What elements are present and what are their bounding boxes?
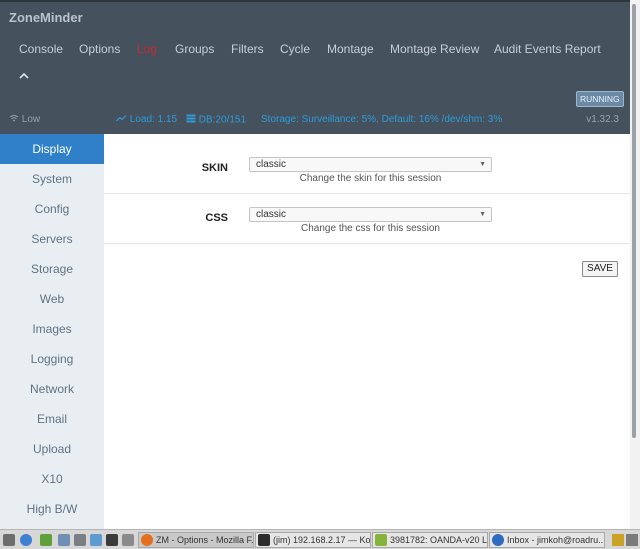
nav-cycle[interactable]: Cycle: [280, 42, 310, 56]
brand-logo[interactable]: ZoneMinder: [9, 10, 83, 25]
task-terminal[interactable]: (jim) 192.168.2.17 — Ko...: [255, 532, 371, 548]
chevron-up-icon[interactable]: [16, 70, 32, 86]
trending-icon: [116, 114, 127, 125]
sidebar-item-x10[interactable]: X10: [0, 464, 104, 494]
version-label: v1.32.3: [586, 114, 619, 125]
wifi-icon: [9, 114, 19, 125]
skin-label: SKIN: [201, 162, 228, 174]
task-label: Inbox - jimkoh@roadru...: [507, 535, 605, 545]
task-label: ZM - Options - Mozilla F...: [156, 535, 254, 545]
skin-help-text: Change the skin for this session: [299, 173, 442, 184]
nav-filters[interactable]: Filters: [231, 42, 264, 56]
task-document[interactable]: 3981782: OANDA-v20 Li...: [372, 532, 488, 548]
sidebar-item-high-bw[interactable]: High B/W: [0, 494, 104, 524]
db-value: DB:20/151: [198, 114, 247, 126]
task-firefox[interactable]: ZM - Options - Mozilla F...: [138, 532, 254, 548]
sidebar-item-config[interactable]: Config: [0, 194, 104, 224]
tray-display-icon[interactable]: [626, 534, 638, 546]
sidebar-item-web[interactable]: Web: [0, 284, 104, 314]
task-label: (jim) 192.168.2.17 — Ko...: [273, 535, 371, 545]
nav-log[interactable]: Log: [137, 42, 157, 56]
settings-launcher-icon[interactable]: [74, 534, 86, 546]
css-help-text: Change the css for this session: [301, 223, 440, 234]
window-top-edge: [0, 0, 630, 2]
nav-montage[interactable]: Montage: [327, 42, 374, 56]
sidebar-item-upload[interactable]: Upload: [0, 434, 104, 464]
nav-options[interactable]: Options: [79, 42, 120, 56]
skin-select[interactable]: classic ▼: [249, 157, 492, 172]
sidebar-item-storage[interactable]: Storage: [0, 254, 104, 284]
css-option-row: CSS classic ▼ Change the css for this se…: [104, 194, 630, 244]
os-taskbar: ZM - Options - Mozilla F... (jim) 192.16…: [0, 529, 640, 549]
load-status: Load: 1.15: [116, 114, 177, 125]
firefox-icon: [141, 534, 153, 546]
sidebar-item-system[interactable]: System: [0, 164, 104, 194]
sidebar-item-display[interactable]: Display: [0, 134, 104, 164]
dropdown-arrow-icon: ▼: [479, 161, 486, 168]
bandwidth-status[interactable]: Low: [9, 114, 40, 125]
css-select-value: classic: [256, 209, 287, 220]
save-button[interactable]: SAVE: [582, 261, 618, 277]
skin-option-row: SKIN classic ▼ Change the skin for this …: [104, 144, 630, 194]
sidebar-item-images[interactable]: Images: [0, 314, 104, 344]
dropdown-arrow-icon: ▼: [479, 211, 486, 218]
css-select[interactable]: classic ▼: [249, 207, 492, 222]
terminal-icon: [258, 534, 270, 546]
mail-icon: [492, 534, 504, 546]
browser-launcher-icon[interactable]: [20, 534, 32, 546]
start-menu-icon[interactable]: [3, 534, 15, 546]
sidebar-item-email[interactable]: Email: [0, 404, 104, 434]
nav-groups[interactable]: Groups: [175, 42, 214, 56]
status-bar: Low Load: 1.15 DB:20/151 Storage: Survei…: [0, 114, 630, 128]
app-launcher-icon[interactable]: [40, 534, 52, 546]
sidebar-item-network[interactable]: Network: [0, 374, 104, 404]
skin-select-value: classic: [256, 159, 287, 170]
scrollbar-thumb[interactable]: [632, 4, 636, 438]
app-window: ZoneMinder Console Options Log Groups Fi…: [0, 0, 640, 549]
monitor-launcher-icon[interactable]: [122, 534, 134, 546]
files-launcher-icon[interactable]: [58, 534, 70, 546]
terminal-launcher-icon[interactable]: [106, 534, 118, 546]
document-icon: [375, 534, 387, 546]
bandwidth-label: Low: [21, 114, 41, 126]
db-status: DB:20/151: [186, 114, 246, 126]
database-icon: [186, 114, 196, 126]
sidebar-item-servers[interactable]: Servers: [0, 224, 104, 254]
options-panel: SKIN classic ▼ Change the skin for this …: [104, 134, 630, 529]
task-mail[interactable]: Inbox - jimkoh@roadru...: [489, 532, 605, 548]
nav-audit-events-report[interactable]: Audit Events Report: [494, 42, 601, 56]
network-launcher-icon[interactable]: [90, 534, 102, 546]
options-sidebar: Display System Config Servers Storage We…: [0, 134, 104, 529]
run-state-button[interactable]: RUNNING: [576, 91, 624, 107]
load-value: Load: 1.15: [129, 114, 178, 126]
storage-status: Storage: Surveillance: 5%, Default: 16% …: [261, 114, 503, 125]
sidebar-item-logging[interactable]: Logging: [0, 344, 104, 374]
header: ZoneMinder Console Options Log Groups Fi…: [0, 0, 630, 134]
css-label: CSS: [205, 212, 228, 224]
nav-console[interactable]: Console: [19, 42, 63, 56]
nav-montage-review[interactable]: Montage Review: [390, 42, 479, 56]
tray-notification-icon[interactable]: [612, 534, 624, 546]
task-label: 3981782: OANDA-v20 Li...: [390, 535, 488, 545]
